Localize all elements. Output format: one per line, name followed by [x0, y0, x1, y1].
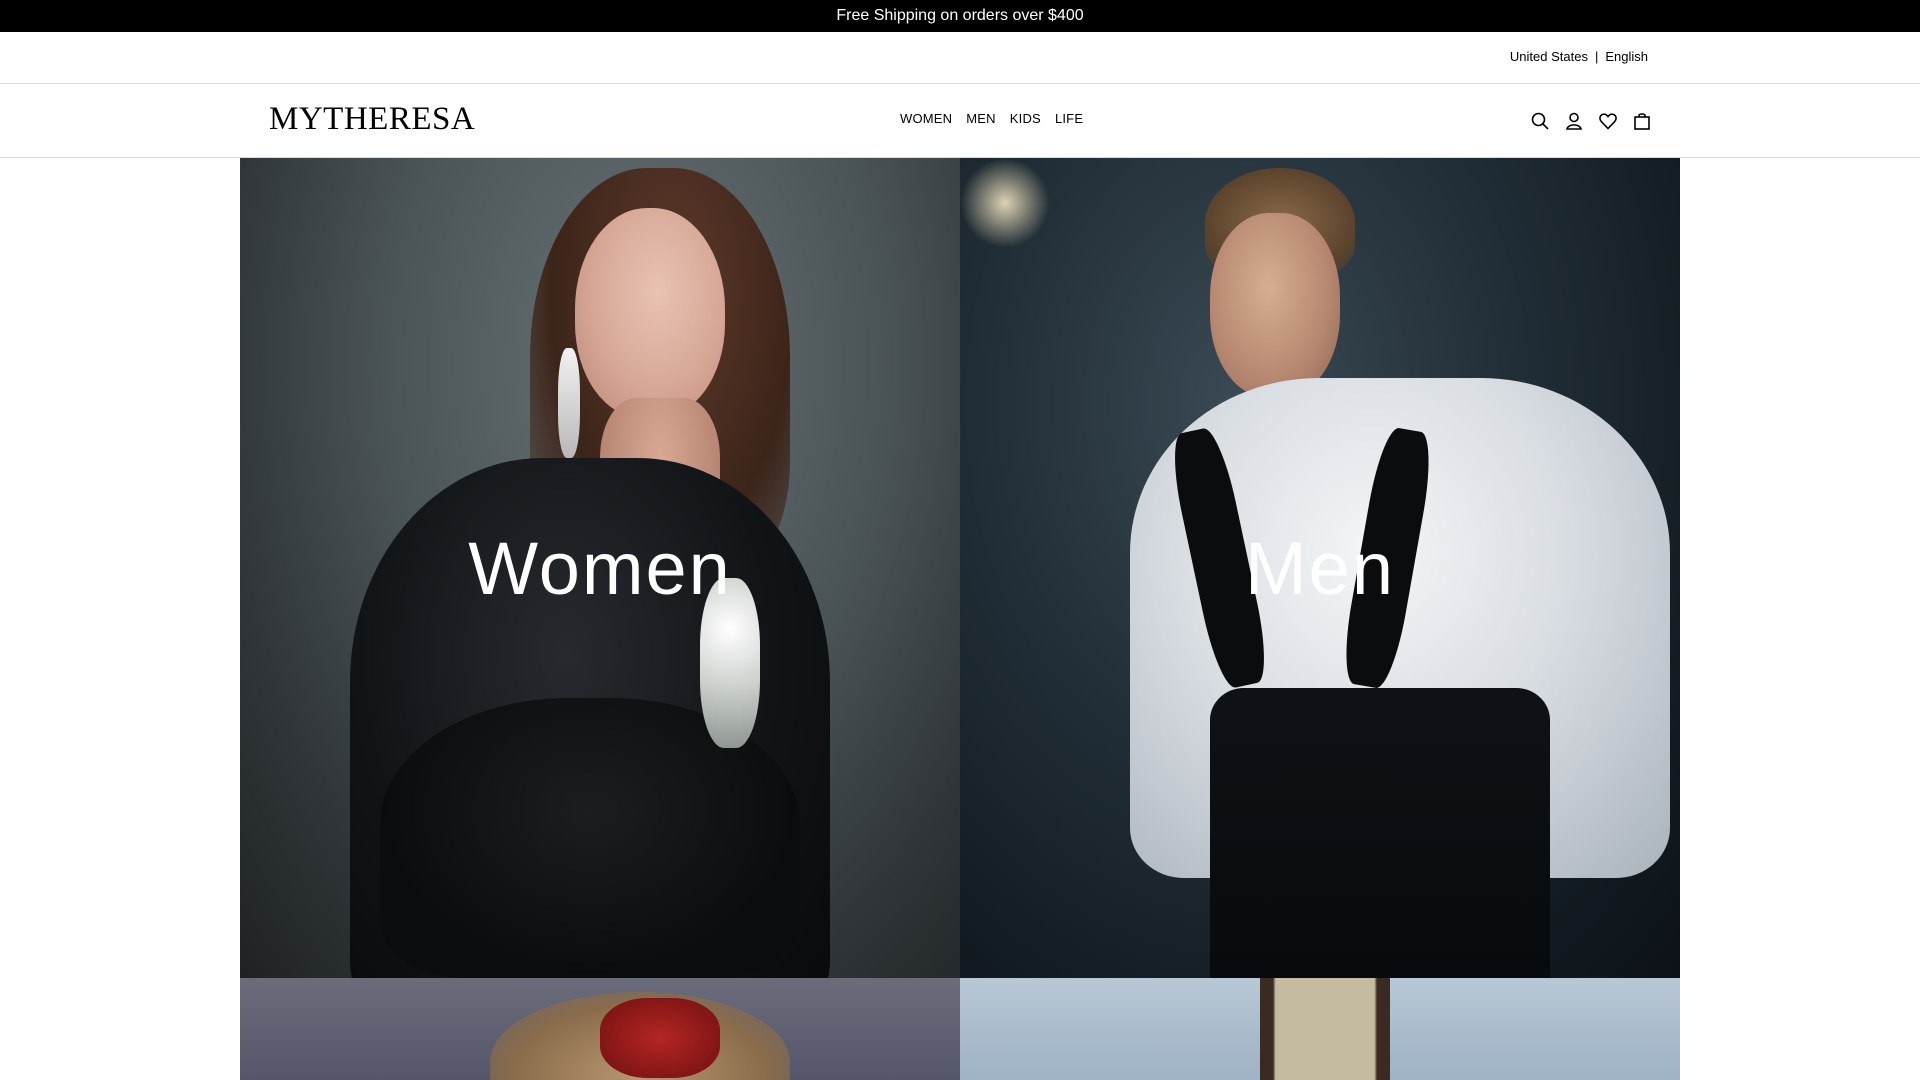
nav-item-kids[interactable]: KIDS [1010, 111, 1041, 126]
kids-category-tile[interactable] [240, 978, 960, 1080]
locale-separator: | [1594, 49, 1599, 64]
locale-bar: United States | English [0, 32, 1920, 84]
wishlist-icon[interactable] [1598, 111, 1618, 131]
window-frame-shape [1260, 978, 1390, 1080]
nav-item-women[interactable]: WOMEN [900, 111, 952, 126]
header-icons [1530, 111, 1652, 131]
red-bow-shape [600, 998, 720, 1078]
account-icon[interactable] [1564, 111, 1584, 131]
locale-language: English [1605, 49, 1648, 64]
brand-logo[interactable]: MYTHERESA [269, 103, 475, 136]
promo-text[interactable]: Free Shipping on orders over $400 [836, 7, 1083, 25]
life-category-tile[interactable] [960, 978, 1680, 1080]
nav-item-men[interactable]: MEN [966, 111, 996, 126]
women-category-tile[interactable]: Women [240, 158, 960, 978]
main-nav: WOMEN MEN KIDS LIFE [900, 111, 1083, 126]
bag-icon[interactable] [1632, 111, 1652, 131]
locale-selector[interactable]: United States | English [1510, 49, 1648, 64]
locale-country: United States [1509, 49, 1588, 64]
nav-item-life[interactable]: LIFE [1055, 111, 1083, 126]
women-tile-label: Women [468, 526, 732, 610]
search-icon[interactable] [1530, 111, 1550, 131]
men-category-tile[interactable]: Men [960, 158, 1680, 978]
promo-bar: Free Shipping on orders over $400 [0, 0, 1920, 32]
site-header: MYTHERESA WOMEN MEN KIDS LIFE [0, 84, 1920, 158]
men-tile-label: Men [1245, 526, 1395, 610]
